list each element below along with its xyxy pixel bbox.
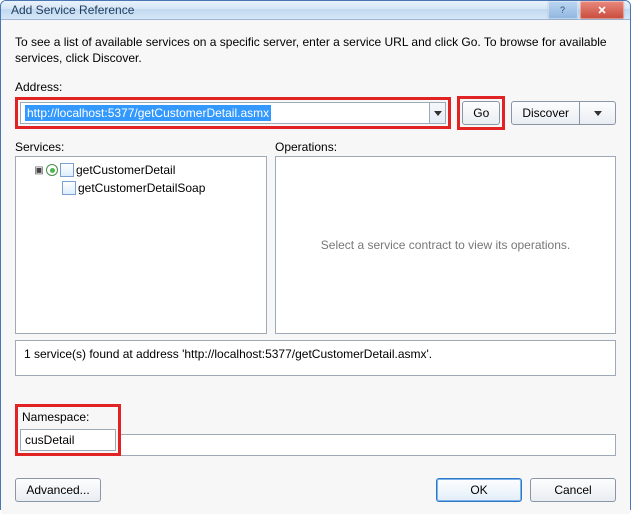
- service-file-icon: [60, 163, 74, 177]
- service-status-icon: [46, 164, 58, 176]
- namespace-value: cusDetail: [25, 433, 74, 447]
- dialog-window: Add Service Reference ? To see a list of…: [0, 0, 631, 510]
- operations-placeholder: Select a service contract to view its op…: [276, 157, 615, 333]
- svg-text:?: ?: [560, 5, 565, 15]
- namespace-input-highlight: cusDetail: [15, 427, 121, 456]
- address-value: http://localhost:5377/getCustomerDetail.…: [25, 105, 271, 121]
- close-button[interactable]: [580, 1, 624, 19]
- status-box: 1 service(s) found at address 'http://lo…: [15, 340, 616, 376]
- go-highlight: Go: [457, 96, 505, 130]
- operations-label: Operations:: [275, 140, 616, 154]
- tree-root-row[interactable]: ▣ getCustomerDetail: [20, 161, 262, 179]
- address-dropdown-button[interactable]: [430, 102, 446, 124]
- collapse-icon[interactable]: ▣: [34, 165, 44, 176]
- chevron-down-icon: [594, 111, 602, 116]
- tree-child-row[interactable]: getCustomerDetailSoap: [20, 179, 262, 197]
- discover-button[interactable]: Discover: [511, 101, 580, 125]
- namespace-input-remainder[interactable]: [121, 434, 616, 456]
- address-highlight: http://localhost:5377/getCustomerDetail.…: [15, 97, 451, 129]
- address-input[interactable]: http://localhost:5377/getCustomerDetail.…: [20, 102, 430, 124]
- contract-file-icon: [62, 181, 76, 195]
- cancel-button[interactable]: Cancel: [530, 478, 616, 502]
- operations-pane: Select a service contract to view its op…: [275, 156, 616, 334]
- window-title: Add Service Reference: [11, 3, 546, 17]
- titlebar[interactable]: Add Service Reference ?: [1, 1, 630, 20]
- namespace-section: Namespace: cusDetail: [15, 404, 616, 478]
- dialog-body: To see a list of available services on a…: [1, 20, 630, 514]
- tree-child-label: getCustomerDetailSoap: [78, 181, 205, 195]
- discover-dropdown-button[interactable]: [580, 101, 616, 125]
- tree-root-label: getCustomerDetail: [76, 163, 175, 177]
- help-button[interactable]: ?: [548, 1, 578, 19]
- services-tree[interactable]: ▣ getCustomerDetail getCustomerDetailSoa…: [15, 156, 267, 334]
- namespace-label: Namespace:: [22, 410, 89, 424]
- address-label: Address:: [15, 80, 616, 94]
- chevron-down-icon: [434, 111, 442, 116]
- instructions-text: To see a list of available services on a…: [15, 34, 616, 66]
- status-text: 1 service(s) found at address 'http://lo…: [24, 347, 432, 361]
- advanced-button[interactable]: Advanced...: [15, 478, 101, 502]
- namespace-label-highlight: Namespace:: [15, 404, 121, 428]
- go-button[interactable]: Go: [462, 101, 500, 125]
- ok-button[interactable]: OK: [436, 478, 522, 502]
- namespace-input[interactable]: cusDetail: [20, 429, 116, 451]
- services-label: Services:: [15, 140, 267, 154]
